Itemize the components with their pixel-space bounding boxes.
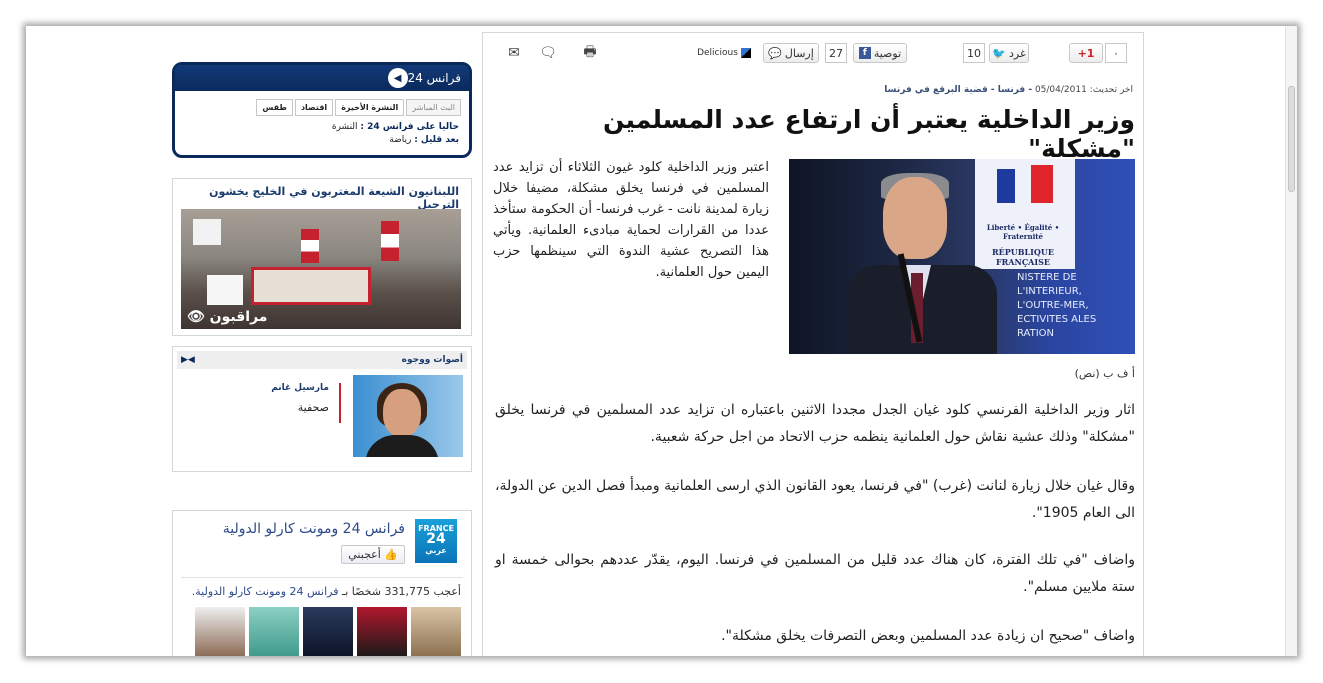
article-paragraph: واضاف "في تلك الفترة، كان هناك عدد قليل …: [495, 552, 1135, 595]
live-tv-tabs: البث المباشر النشرة الأخيرة اقتصاد طقس: [183, 99, 461, 116]
comment-icon[interactable]: 🗨: [537, 43, 559, 63]
article-paragraph: واضاف "صحيح ان زيادة عدد المسلمين وبعض ا…: [721, 628, 1135, 644]
tab-latest-news[interactable]: النشرة الأخيرة: [335, 99, 405, 116]
tab-economy[interactable]: اقتصاد: [294, 99, 334, 116]
france24-logo[interactable]: FRANCE 24 عربي: [415, 519, 457, 563]
tweet-count: 10: [963, 43, 985, 63]
vertical-scrollbar[interactable]: [1285, 26, 1297, 656]
updated-date: 05/04/2011: [1034, 85, 1087, 95]
voices-faces-box: أصوات ووجوه ◀▶ مارسيل غانم صحفية: [172, 346, 472, 472]
print-icon[interactable]: 🖶: [579, 43, 601, 63]
tweet-label: غرد: [1008, 46, 1026, 60]
voices-photo[interactable]: [353, 375, 463, 457]
updated-label: اخر تحديث:: [1089, 85, 1133, 95]
photo-caption: أ ف ب (نص): [1074, 367, 1135, 380]
facebook-like-box: FRANCE 24 عربي فرانس 24 ومونت كارلو الدو…: [172, 510, 472, 656]
carousel-arrows-icon[interactable]: ◀▶: [181, 355, 195, 365]
email-icon[interactable]: ✉: [503, 43, 525, 63]
fb-page-link[interactable]: فرانس 24 ومونت كارلو الدولية.: [192, 585, 339, 598]
gplus-count: ٠: [1105, 43, 1127, 63]
breadcrumb[interactable]: - فرنسا - قضية البرقع في فرنسا: [884, 85, 1032, 95]
fan-avatar[interactable]: [249, 607, 299, 656]
article-headline: وزير الداخلية يعتبر أن ارتفاع عدد المسلم…: [603, 105, 1135, 163]
fb-like-count: أعجب 331,775 شخصًا بـ فرانس 24 ومونت كار…: [191, 585, 461, 598]
article-column: ٠ +1 🐦 غرد 10 f توصية 27 💬 إرسال Delicious …: [482, 32, 1144, 656]
facebook-recommend-button[interactable]: f توصية: [853, 43, 907, 63]
fb-like-button[interactable]: 👍 أعجبني: [341, 545, 405, 564]
featured-news-title[interactable]: اللبنانيون الشيعة المغتربون في الخليج يخ…: [173, 179, 471, 211]
delicious-label: Delicious: [697, 48, 738, 58]
live-tv-title: فرانس 24: [407, 71, 461, 85]
tweet-button[interactable]: 🐦 غرد: [989, 43, 1029, 63]
gplus-button[interactable]: +1: [1069, 43, 1103, 63]
up-next: بعد قليل : رياضة: [175, 132, 469, 145]
send-button[interactable]: 💬 إرسال: [763, 43, 819, 63]
fb-recommend-label: توصية: [873, 46, 902, 60]
voices-person-role: صحفية: [297, 401, 329, 414]
fb-page-name[interactable]: فرانس 24 ومونت كارلو الدولية: [223, 521, 405, 537]
fan-avatar[interactable]: [195, 607, 245, 656]
live-tv-header: فرانس 24 ◀: [175, 65, 469, 91]
delicious-button[interactable]: Delicious: [691, 43, 757, 63]
voices-person-name[interactable]: مارسيل غانم: [271, 383, 329, 393]
live-tv-widget: فرانس 24 ◀ البث المباشر النشرة الأخيرة ا…: [172, 62, 472, 158]
now-label: حاليا على فرانس 24 :: [360, 122, 459, 132]
fb-fan-faces: [191, 607, 461, 656]
voices-title: أصوات ووجوه: [401, 355, 463, 365]
thumbs-up-icon: 👍: [384, 548, 398, 561]
now-value: النشرة: [331, 122, 358, 132]
facebook-icon: f: [858, 47, 871, 59]
fan-avatar[interactable]: [357, 607, 407, 656]
tab-weather[interactable]: طقس: [256, 99, 293, 116]
article-paragraph: اثار وزير الداخلية الفرنسي كلود غيان الج…: [495, 402, 1135, 445]
fan-avatar[interactable]: [411, 607, 461, 656]
article-paragraph: وقال غيان خلال زيارة لنانت (غرب) "في فرن…: [495, 478, 1135, 521]
voices-header: أصوات ووجوه ◀▶: [177, 351, 467, 369]
speech-bubble-icon: 💬: [768, 46, 782, 60]
share-toolbar: ٠ +1 🐦 غرد 10 f توصية 27 💬 إرسال Delicious …: [483, 39, 1143, 67]
now-playing: حاليا على فرانس 24 : النشرة: [175, 116, 469, 132]
voices-person[interactable]: مارسيل غانم صحفية: [271, 383, 341, 423]
featured-news-image[interactable]: مراقبون 👁: [181, 209, 461, 329]
next-value: رياضة: [389, 135, 412, 145]
eye-icon: 👁: [187, 309, 205, 325]
photo-ministry-text: NISTERE DE L'INTERIEUR, L'OUTRE-MER, ECT…: [1017, 272, 1097, 339]
fan-avatar[interactable]: [303, 607, 353, 656]
next-label: بعد قليل :: [414, 135, 459, 145]
send-label: إرسال: [784, 46, 814, 60]
play-icon[interactable]: ◀: [387, 68, 408, 88]
dateline: اخر تحديث: 05/04/2011 - فرنسا - قضية الب…: [884, 85, 1133, 95]
tab-live[interactable]: البث المباشر: [406, 99, 461, 116]
delicious-icon: [740, 48, 751, 58]
featured-news-box[interactable]: اللبنانيون الشيعة المغتربون في الخليج يخ…: [172, 178, 472, 336]
article-lead: اعتبر وزير الداخلية كلود غيون الثلاثاء أ…: [493, 160, 769, 280]
fb-like-label: أعجبني: [348, 548, 381, 561]
twitter-bird-icon: 🐦: [992, 46, 1006, 60]
fb-count: 27: [825, 43, 847, 63]
browser-page: ٠ +1 🐦 غرد 10 f توصية 27 💬 إرسال Delicious …: [26, 26, 1297, 656]
article-photo: Liberté • Égalité • Fraternité RÉPUBLIQU…: [789, 159, 1135, 354]
scrollbar-thumb[interactable]: [1288, 86, 1295, 192]
observers-logo: مراقبون 👁: [187, 309, 268, 325]
